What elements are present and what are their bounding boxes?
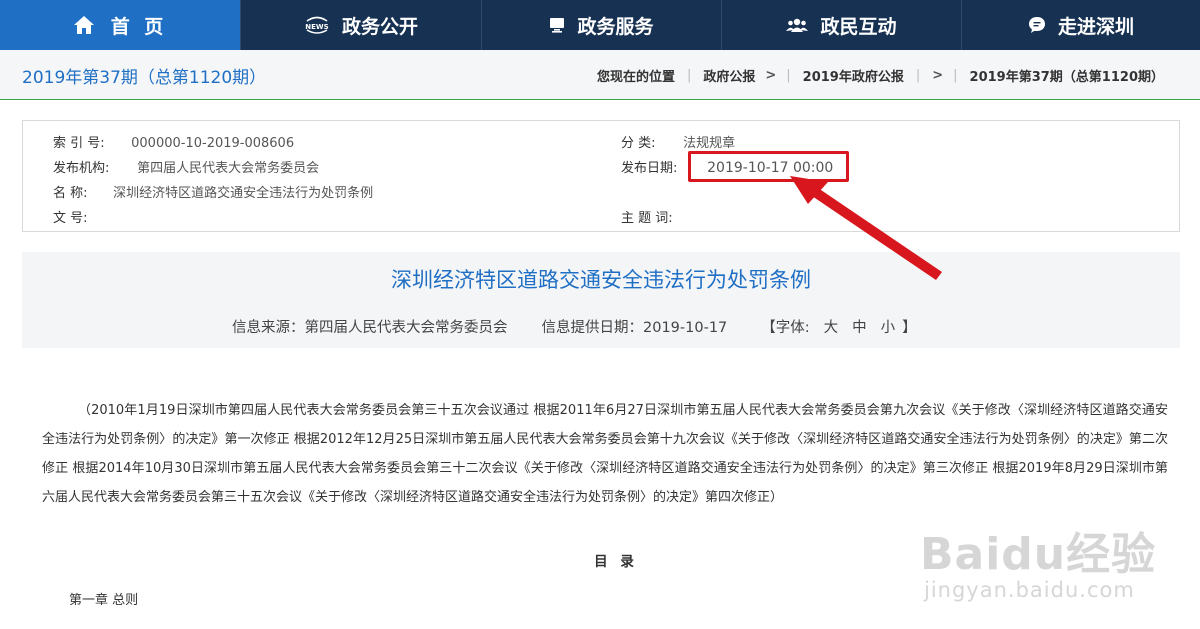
font-size-small-link[interactable]: 小 [881, 316, 896, 337]
breadcrumb-divider: | [686, 68, 692, 83]
document-title: 深圳经济特区道路交通安全违法行为处罚条例 [391, 268, 811, 292]
document-info: 信息来源：第四届人民代表大会常务委员会 信息提供日期：2019-10-17 【字… [232, 316, 917, 337]
meta-subject: 主 题 词: [621, 207, 673, 226]
breadcrumb-separator: > [932, 68, 944, 83]
nav-label: 首 页 [110, 15, 168, 38]
meta-key: 主 题 词: [621, 211, 673, 226]
breadcrumb-divider: | [953, 68, 958, 83]
breadcrumb-divider: | [786, 68, 791, 83]
meta-name: 名 称: 深圳经济特区道路交通安全违法行为处罚条例 [53, 182, 373, 201]
nav-label: 政民互动 [820, 15, 897, 38]
chat-bubble-icon [1028, 16, 1046, 34]
news-icon: NEWS [304, 16, 330, 34]
meta-value: 第四届人民代表大会常务委员会 [137, 161, 320, 176]
info-provide-date: 信息提供日期：2019-10-17 [541, 320, 728, 336]
news-icon-text: NEWS [305, 23, 328, 31]
watermark-sub: jingyan.baidu.com [924, 578, 1135, 602]
breadcrumb-divider: | [915, 68, 921, 83]
font-size-label: 【字体: [761, 320, 810, 336]
nav-item-interaction[interactable]: 政民互动 [722, 0, 962, 50]
meta-key: 发布机构: [53, 161, 110, 176]
date-highlight-box [688, 151, 849, 182]
meta-key: 文 号: [53, 211, 88, 226]
meta-value: 000000-10-2019-008606 [131, 136, 295, 151]
nav-label: 走进深圳 [1057, 15, 1134, 38]
breadcrumb-item[interactable]: 政府公报 [703, 66, 755, 85]
top-nav: 首 页 NEWS 政务公开 政务服务 政民互动 走进深圳 [0, 0, 1200, 50]
issue-title: 2019年第37期（总第1120期） [22, 68, 267, 88]
meta-key: 分 类: [621, 136, 656, 151]
sub-header: 2019年第37期（总第1120期） 您现在的位置 | 政府公报 > | 201… [0, 50, 1200, 100]
meta-index: 索 引 号: 000000-10-2019-008606 [53, 132, 294, 151]
monitor-icon [549, 17, 565, 33]
info-source: 信息来源：第四届人民代表大会常务委员会 [232, 320, 508, 336]
breadcrumb-separator: > [765, 68, 777, 83]
chapter-heading: 第一章 总则 [69, 593, 139, 608]
users-icon [786, 17, 809, 33]
breadcrumb-item-current[interactable]: 2019年第37期（总第1120期） [970, 66, 1164, 85]
document-meta-box: 索 引 号: 000000-10-2019-008606 发布机构: 第四届人民… [22, 120, 1180, 232]
font-size-label-close: 】 [902, 320, 917, 336]
document-title-area: 深圳经济特区道路交通安全违法行为处罚条例 信息来源：第四届人民代表大会常务委员会… [22, 252, 1180, 348]
nav-item-gov-affairs[interactable]: NEWS 政务公开 [241, 0, 482, 50]
meta-key: 索 引 号: [53, 136, 105, 151]
breadcrumb-prefix: 您现在的位置 [596, 70, 675, 85]
breadcrumb: 您现在的位置 | 政府公报 > | 2019年政府公报 | > | 2019年第… [597, 66, 1164, 85]
font-size-large-link[interactable]: 大 [824, 316, 839, 337]
nav-item-about-shenzhen[interactable]: 走进深圳 [962, 0, 1200, 50]
document-intro-paragraph: （2010年1月19日深圳市第四届人民代表大会常务委员会第三十五次会议通过 根据… [42, 403, 1168, 505]
font-size-medium-link[interactable]: 中 [852, 316, 867, 337]
meta-key: 名 称: [53, 186, 88, 201]
breadcrumb-item[interactable]: 2019年政府公报 [803, 66, 904, 85]
meta-value: 深圳经济特区道路交通安全违法行为处罚条例 [113, 186, 374, 201]
meta-category: 分 类: 法规规章 [621, 132, 735, 151]
meta-publisher: 发布机构: 第四届人民代表大会常务委员会 [53, 157, 319, 176]
nav-item-home[interactable]: 首 页 [0, 0, 241, 50]
meta-value: 法规规章 [683, 136, 736, 151]
nav-item-gov-services[interactable]: 政务服务 [482, 0, 722, 50]
meta-docno: 文 号: [53, 207, 88, 226]
home-icon [73, 15, 95, 35]
nav-label: 政务服务 [577, 15, 654, 38]
toc-heading: 目 录 [594, 554, 638, 570]
nav-label: 政务公开 [341, 15, 418, 38]
